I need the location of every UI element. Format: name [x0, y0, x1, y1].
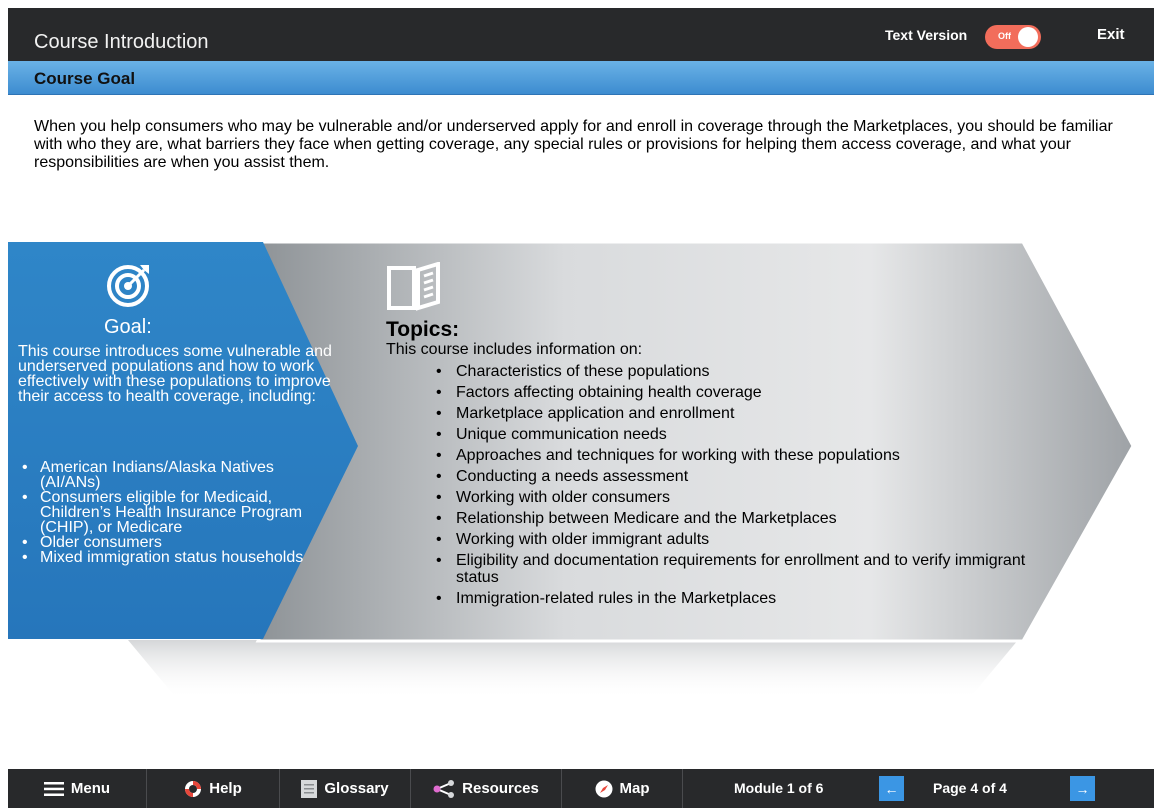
menu-button[interactable]: Menu: [8, 769, 146, 808]
topics-heading: Topics:: [386, 318, 460, 341]
text-version-label: Text Version: [885, 27, 968, 43]
map-label: Map: [619, 780, 650, 797]
list-item: Unique communication needs: [432, 424, 1032, 445]
goal-population-list: American Indians/Alaska Natives (AI/ANs)…: [18, 460, 318, 566]
menu-label: Menu: [70, 780, 111, 797]
book-icon: [386, 261, 446, 312]
list-item: Marketplace application and enrollment: [432, 403, 1032, 424]
goal-heading: Goal:: [104, 316, 152, 338]
list-item: Working with older consumers: [432, 487, 1032, 508]
list-item: Working with older immigrant adults: [432, 529, 1032, 550]
help-label: Help: [209, 780, 242, 797]
text-version-toggle[interactable]: Off: [985, 25, 1041, 49]
intro-paragraph: When you help consumers who may be vulne…: [34, 118, 1113, 171]
next-page-button[interactable]: →: [1070, 776, 1095, 801]
course-player: Course Introduction Text Version Off Exi…: [8, 8, 1154, 808]
module-indicator: Module 1 of 6: [734, 780, 824, 796]
section-title: Course Goal: [34, 69, 136, 88]
topics-intro: This course includes information on:: [386, 341, 643, 358]
list-item: Factors affecting obtaining health cover…: [432, 382, 1032, 403]
target-icon: [106, 262, 152, 308]
glossary-icon: [301, 779, 318, 798]
list-item: Conducting a needs assessment: [432, 466, 1032, 487]
topics-list: Characteristics of these populations Fac…: [432, 361, 1032, 609]
list-item: Relationship between Medicare and the Ma…: [432, 508, 1032, 529]
goal-topics-graphic: Goal: This course introduces some vulner…: [8, 240, 1154, 700]
list-item: Consumers eligible for Medicaid, Childre…: [18, 490, 318, 536]
list-item: American Indians/Alaska Natives (AI/ANs): [18, 460, 318, 491]
header-bar: Course Introduction Text Version Off Exi…: [8, 8, 1154, 61]
compass-icon: [595, 780, 613, 798]
section-bar: Course Goal: [8, 61, 1154, 95]
toggle-state-text: Off: [998, 31, 1011, 41]
glossary-button[interactable]: Glossary: [280, 769, 410, 808]
share-icon: [433, 779, 455, 798]
lifebuoy-icon: [184, 780, 202, 798]
chevron-shadow: [128, 640, 1018, 700]
footer-nav-bar: Menu Help Glossary Resources Map Module …: [8, 769, 1154, 808]
divider: [682, 769, 683, 808]
previous-page-button[interactable]: ←: [879, 776, 904, 801]
hamburger-icon: [43, 781, 64, 796]
map-button[interactable]: Map: [562, 769, 682, 808]
list-item: Eligibility and documentation requiremen…: [432, 552, 1032, 586]
list-item: Mixed immigration status households: [18, 550, 318, 566]
course-title: Course Introduction: [34, 31, 209, 53]
toggle-knob: [1018, 27, 1038, 47]
arrow-right-icon: →: [1075, 780, 1090, 797]
help-button[interactable]: Help: [147, 769, 279, 808]
list-item: Approaches and techniques for working wi…: [432, 445, 1032, 466]
page-indicator: Page 4 of 4: [933, 780, 1007, 796]
list-item: Older consumers: [18, 535, 318, 551]
arrow-left-icon: ←: [884, 780, 899, 797]
exit-button[interactable]: Exit: [1097, 26, 1125, 43]
resources-button[interactable]: Resources: [411, 769, 561, 808]
glossary-label: Glossary: [324, 780, 389, 797]
resources-label: Resources: [462, 780, 539, 797]
goal-description: This course introduces some vulnerable a…: [18, 343, 332, 405]
list-item: Characteristics of these populations: [432, 361, 1032, 382]
list-item: Immigration-related rules in the Marketp…: [432, 588, 1032, 609]
